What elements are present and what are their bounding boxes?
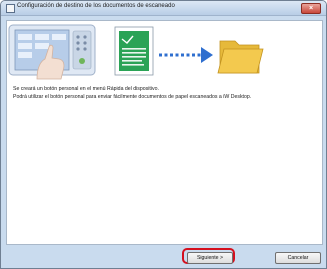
title-bar[interactable]: Configuración de destino de los document… <box>1 1 326 16</box>
device-panel-icon <box>8 24 96 80</box>
close-button[interactable]: × <box>301 3 321 14</box>
cancel-button[interactable]: Cancelar <box>275 252 321 264</box>
transfer-arrow-icon <box>159 47 213 63</box>
dialog-window: Configuración de destino de los document… <box>0 0 327 269</box>
message-line-1: Se creará un botón personal en el menú R… <box>13 86 159 92</box>
window-icon <box>6 4 15 13</box>
message-line-2: Podrá utilizar el botón personal para en… <box>13 93 252 100</box>
window-title: Configuración de destino de los document… <box>17 3 175 9</box>
content-panel: Se creará un botón personal en el menú R… <box>6 20 323 245</box>
message-text: Se creará un botón personal en el menú R… <box>13 86 251 101</box>
button-bar: Siguiente > Cancelar <box>1 245 326 268</box>
folder-icon <box>217 40 264 74</box>
next-button[interactable]: Siguiente > <box>187 252 233 264</box>
scan-to-folder-illustration <box>8 24 264 80</box>
illustration-banner <box>7 21 322 81</box>
document-icon <box>114 26 154 76</box>
